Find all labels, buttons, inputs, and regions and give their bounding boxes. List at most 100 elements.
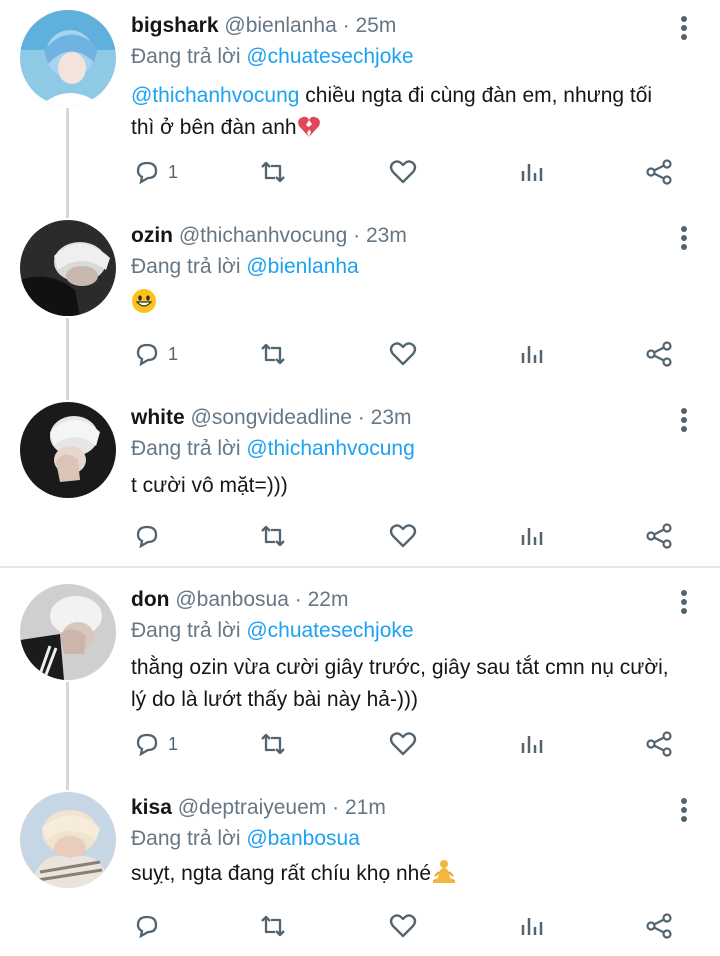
grinning-face-icon [131,288,157,324]
separator: · [294,588,302,611]
tweet-actions: 1 [0,334,720,374]
heart-icon [389,914,417,938]
reply-button[interactable]: 1 [132,152,178,192]
tweet-text [131,288,691,324]
tweet-text-line: thằng ozin vừa cười giây trước, giây sau… [131,656,669,679]
share-icon [646,913,672,939]
retweet-icon [261,343,285,365]
tweet-header: kisa @deptraiyeuem · 21m [131,795,386,821]
timestamp[interactable]: 23m [366,224,407,247]
separator: · [353,224,361,247]
reply-button[interactable]: 1 [132,334,178,374]
avatar[interactable] [20,792,116,888]
tweet-text: suỵt, ngta đang rất chíu khọ nhé [131,858,691,894]
avatar-image [20,402,116,498]
like-button[interactable] [388,152,418,192]
reply-to-mention[interactable]: @chuatesechjoke [246,45,413,68]
like-button[interactable] [388,516,418,556]
reply-button[interactable] [132,516,168,556]
user-handle[interactable]: @deptraiyeuem [178,796,327,819]
retweet-button[interactable] [258,516,288,556]
reply-count: 1 [168,161,179,182]
user-handle[interactable]: @bienlanha [224,14,336,37]
heart-icon [389,732,417,756]
analytics-button[interactable] [517,334,547,374]
share-button[interactable] [644,516,674,556]
tweet[interactable]: don @banbosua · 22m Đang trả lời @chuate… [0,574,720,780]
display-name[interactable]: ozin [131,224,173,247]
like-button[interactable] [388,724,418,764]
retweet-button[interactable] [258,152,288,192]
thread-divider [0,566,720,568]
tweet-header: ozin @thichanhvocung · 23m [131,223,407,249]
tweet-text: @thichanhvocung chiều ngta đi cùng đàn e… [131,80,691,148]
separator: · [332,796,340,819]
reply-to-mention[interactable]: @thichanhvocung [246,437,414,460]
analytics-button[interactable] [517,516,547,556]
display-name[interactable]: bigshark [131,14,219,37]
reply-count: 1 [168,343,179,364]
display-name[interactable]: white [131,406,185,429]
more-options-icon[interactable] [680,408,688,434]
avatar[interactable] [20,10,116,106]
retweet-icon [261,915,285,937]
tweet-actions [0,516,720,556]
tweet-text-line: t cười vô mặt=))) [131,474,288,497]
retweet-button[interactable] [258,906,288,946]
tweet-text-line: lý do là lướt thấy bài này hả-))) [131,688,418,711]
more-options-icon[interactable] [680,16,688,42]
heart-icon [389,160,417,184]
replying-to: Đang trả lời @thichanhvocung [131,436,415,462]
tweet[interactable]: kisa @deptraiyeuem · 21m Đang trả lời @b… [0,782,720,956]
retweet-icon [261,733,285,755]
more-options-icon[interactable] [680,590,688,616]
more-options-icon[interactable] [680,798,688,824]
analytics-icon [521,164,543,181]
tweet-text: thằng ozin vừa cười giây trước, giây sau… [131,652,711,716]
reply-button[interactable]: 1 [132,724,178,764]
tweet[interactable]: white @songvideadline · 23m Đang trả lời… [0,392,720,564]
reply-prefix: Đang trả lời [131,45,241,68]
analytics-button[interactable] [517,906,547,946]
share-button[interactable] [644,724,674,764]
timestamp[interactable]: 21m [345,796,386,819]
avatar[interactable] [20,402,116,498]
user-handle[interactable]: @songvideadline [191,406,352,429]
share-icon [646,731,672,757]
timestamp[interactable]: 22m [308,588,349,611]
reply-to-mention[interactable]: @banbosua [246,827,360,850]
analytics-button[interactable] [517,724,547,764]
share-icon [646,341,672,367]
reply-to-mention[interactable]: @chuatesechjoke [246,619,413,642]
analytics-button[interactable] [517,152,547,192]
reply-to-mention[interactable]: @bienlanha [246,255,358,278]
timestamp[interactable]: 25m [355,14,396,37]
tweet[interactable]: bigshark @bienlanha · 25m Đang trả lời @… [0,0,720,200]
like-button[interactable] [388,334,418,374]
reply-icon [136,915,158,939]
avatar-image [20,10,116,106]
avatar-image [20,220,116,316]
display-name[interactable]: don [131,588,169,611]
retweet-button[interactable] [258,334,288,374]
tweet-header: don @banbosua · 22m [131,587,348,613]
share-button[interactable] [644,906,674,946]
tweet[interactable]: ozin @thichanhvocung · 23m Đang trả lời … [0,210,720,390]
share-button[interactable] [644,334,674,374]
share-button[interactable] [644,152,674,192]
like-button[interactable] [388,906,418,946]
display-name[interactable]: kisa [131,796,172,819]
more-options-icon[interactable] [680,226,688,252]
timestamp[interactable]: 23m [371,406,412,429]
reply-prefix: Đang trả lời [131,437,241,460]
avatar[interactable] [20,584,116,680]
tweet-text-line: suỵt, ngta đang rất chíu khọ nhé [131,862,432,885]
retweet-button[interactable] [258,724,288,764]
user-handle[interactable]: @thichanhvocung [179,224,347,247]
avatar[interactable] [20,220,116,316]
replying-to: Đang trả lời @bienlanha [131,254,359,280]
reply-button[interactable] [132,906,168,946]
reply-prefix: Đang trả lời [131,827,241,850]
mention-link[interactable]: @thichanhvocung [131,84,299,107]
user-handle[interactable]: @banbosua [175,588,289,611]
